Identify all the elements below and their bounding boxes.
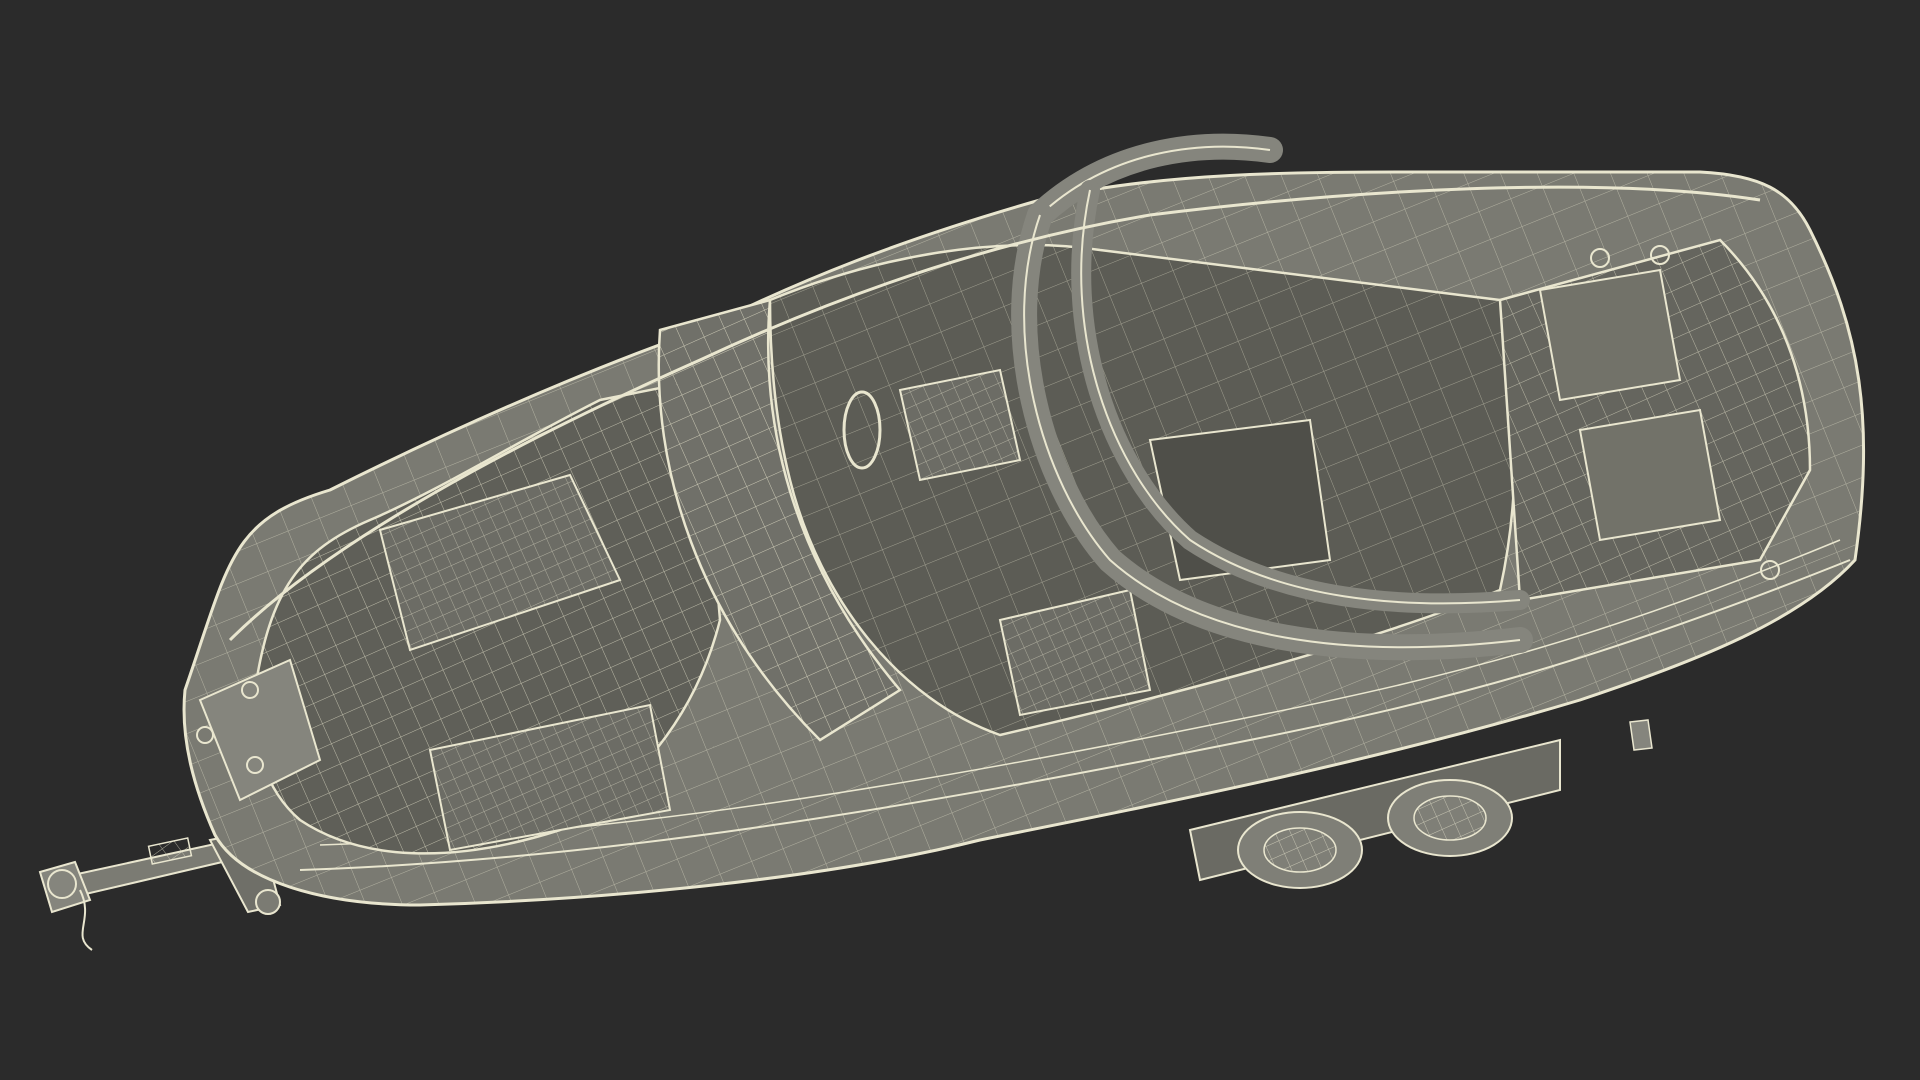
stern-seating	[1498, 238, 1812, 602]
boat-wireframe-render	[38, 133, 1866, 951]
render-viewport	[0, 0, 1920, 1080]
